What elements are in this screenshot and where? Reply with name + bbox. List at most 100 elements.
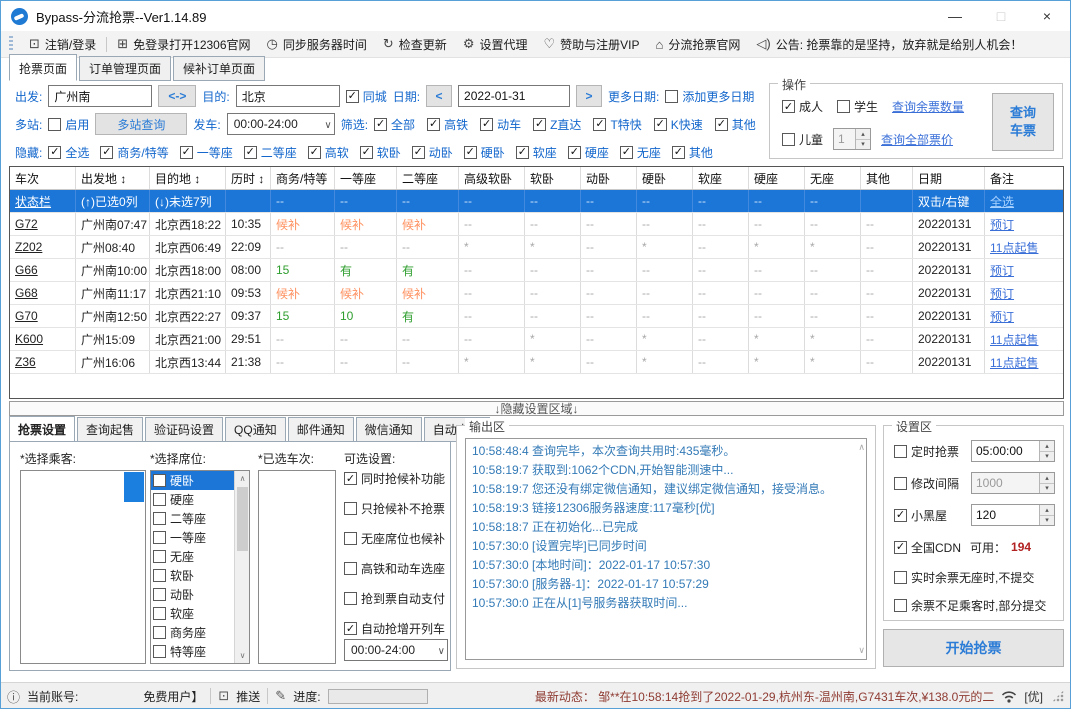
seat-option-2[interactable]: 二等座 — [151, 509, 234, 528]
grab-time-select[interactable]: 00:00-24:00 — [344, 639, 448, 661]
grab-option-3[interactable]: 高铁和动车选座 — [344, 560, 448, 577]
table-row[interactable]: G72 广州南07:47 北京西18:22 10:35 候补 候补 候补 -- -- -- -- --… — [10, 213, 1063, 236]
column-header-11[interactable]: 软座 — [693, 167, 749, 189]
train-number-link[interactable]: G72 — [10, 213, 76, 235]
start-grab-button[interactable]: 开始抢票 — [883, 629, 1064, 667]
filter-6[interactable]: 其他 — [714, 116, 756, 133]
hide-col-2[interactable]: 一等座 — [179, 144, 233, 161]
column-header-6[interactable]: 二等座 — [397, 167, 459, 189]
hidden-settings-divider[interactable]: ↓隐藏设置区域↓ — [9, 401, 1064, 416]
column-header-3[interactable]: 历时 ↕ — [226, 167, 271, 189]
column-header-16[interactable]: 备注 — [985, 167, 1063, 189]
grab-option-5[interactable]: 自动抢增开列车 — [344, 620, 448, 637]
column-header-10[interactable]: 硬卧 — [637, 167, 693, 189]
column-header-7[interactable]: 高级软卧 — [459, 167, 525, 189]
hide-col-0-box[interactable] — [48, 145, 62, 159]
seat-option-7-box[interactable] — [153, 607, 166, 620]
spin-up-icon[interactable] — [1040, 473, 1054, 484]
depart-input[interactable]: 广州南 — [48, 85, 153, 107]
tab-order-manage-page[interactable]: 订单管理页面 — [79, 56, 172, 81]
note-link[interactable]: 11点起售 — [985, 351, 1063, 373]
table-row[interactable]: Z202 广州08:40 北京西06:49 22:09 -- -- -- * * -- * -- * * -… — [10, 236, 1063, 259]
selected-train-list[interactable] — [258, 470, 336, 664]
add-more-dates-checkbox[interactable]: 添加更多日期 — [665, 88, 754, 105]
seat-option-5[interactable]: 软卧 — [151, 566, 234, 585]
seat-option-5-box[interactable] — [153, 569, 166, 582]
passenger-list[interactable] — [20, 470, 146, 664]
table-row[interactable]: K600 广州15:09 北京西21:00 29:51 -- -- -- -- * -- * -- * *… — [10, 328, 1063, 351]
grab-option-4-box[interactable] — [344, 592, 357, 605]
train-number-link[interactable]: Z36 — [10, 351, 76, 373]
tab-waitlist-order-page[interactable]: 候补订单页面 — [173, 56, 266, 81]
spin-up-icon[interactable] — [856, 129, 871, 140]
partial-submit-checkbox-box[interactable] — [894, 598, 907, 612]
hide-col-8-box[interactable] — [515, 145, 529, 159]
column-header-1[interactable]: 出发地 ↕ — [76, 167, 150, 189]
blackroom-checkbox-box[interactable] — [894, 508, 907, 522]
seat-option-6[interactable]: 动卧 — [151, 585, 234, 604]
hide-col-10[interactable]: 无座 — [619, 144, 661, 161]
seat-option-1[interactable]: 硬座 — [151, 490, 234, 509]
hide-col-11[interactable]: 其他 — [671, 144, 713, 161]
scroll-down-icon[interactable]: ∨ — [235, 648, 249, 663]
filter-0[interactable]: 全部 — [374, 116, 415, 133]
note-link[interactable]: 全选 — [985, 190, 1063, 212]
close-button[interactable]: × — [1024, 1, 1070, 31]
hide-col-7[interactable]: 硬卧 — [463, 144, 505, 161]
multi-enable-checkbox[interactable]: 启用 — [48, 116, 89, 133]
official-website[interactable]: ⌂ 分流抢票官网 — [655, 36, 740, 53]
student-checkbox-box[interactable] — [837, 100, 851, 113]
adult-checkbox-box[interactable] — [782, 100, 795, 113]
tab-grab-ticket-page[interactable]: 抢票页面 — [9, 54, 78, 81]
column-header-5[interactable]: 一等座 — [335, 167, 397, 189]
scroll-down-icon[interactable]: ∨ — [858, 645, 865, 656]
multi-enable-checkbox-box[interactable] — [48, 117, 62, 131]
child-checkbox-box[interactable] — [782, 132, 795, 146]
set-proxy[interactable]: ⚙ 设置代理 — [463, 36, 528, 53]
timed-grab-checkbox-box[interactable] — [894, 444, 907, 458]
blackroom-checkbox[interactable]: 小黑屋 — [894, 507, 947, 524]
logout-login[interactable]: ⊡ 注销/登录 — [29, 36, 96, 53]
filter-2[interactable]: 动车 — [480, 116, 521, 133]
hide-col-0[interactable]: 全选 — [48, 144, 89, 161]
seat-option-8[interactable]: 商务座 — [151, 623, 234, 642]
scroll-up-icon[interactable]: ∧ — [235, 471, 249, 486]
passenger-list-thumb[interactable] — [124, 472, 144, 502]
interval-checkbox-box[interactable] — [894, 476, 907, 490]
timed-grab-checkbox[interactable]: 定时抢票 — [894, 443, 959, 460]
table-row[interactable]: G70 广州南12:50 北京西22:27 09:37 15 10 有 -- -- -- -- -- -… — [10, 305, 1063, 328]
hide-col-7-box[interactable] — [463, 145, 477, 159]
spin-down-icon[interactable] — [1040, 451, 1054, 461]
filter-0-box[interactable] — [374, 117, 388, 131]
grab-option-3-box[interactable] — [344, 562, 357, 575]
filter-6-box[interactable] — [714, 117, 728, 131]
hide-col-6-box[interactable] — [411, 145, 425, 159]
note-link[interactable]: 预订 — [985, 282, 1063, 304]
spin-up-icon[interactable] — [1040, 441, 1054, 452]
filter-1[interactable]: 高铁 — [427, 116, 468, 133]
hide-col-5-box[interactable] — [359, 145, 373, 159]
hide-col-3[interactable]: 二等座 — [243, 144, 297, 161]
scrollbar-thumb[interactable] — [237, 487, 248, 551]
seat-option-9[interactable]: 特等座 — [151, 642, 234, 661]
swap-stations-button[interactable]: <-> — [158, 85, 197, 107]
spin-down-icon[interactable] — [856, 139, 871, 149]
spin-down-icon[interactable] — [1040, 515, 1054, 525]
hide-col-5[interactable]: 软卧 — [359, 144, 401, 161]
tab-mail-notify[interactable]: 邮件通知 — [287, 417, 354, 442]
tab-grab-settings[interactable]: 抢票设置 — [9, 416, 76, 442]
seat-option-4-box[interactable] — [153, 550, 166, 563]
hide-col-4[interactable]: 高软 — [307, 144, 349, 161]
seat-option-1-box[interactable] — [153, 493, 166, 506]
open-12306-no-login[interactable]: ⊞ 免登录打开12306官网 — [117, 36, 250, 53]
query-tickets-button[interactable]: 查询 车票 — [992, 93, 1054, 151]
note-link[interactable]: 11点起售 — [985, 328, 1063, 350]
filter-3[interactable]: Z直达 — [533, 116, 581, 133]
no-seat-no-submit-checkbox-box[interactable] — [894, 570, 907, 584]
hide-col-2-box[interactable] — [179, 145, 193, 159]
hide-col-11-box[interactable] — [671, 145, 685, 159]
announcement[interactable]: ◁) 公告: 抢票靠的是坚持，放弃就是给别人机会！ — [756, 36, 1022, 53]
no-seat-no-submit-checkbox[interactable]: 实时余票无座时,不提交 — [894, 569, 1034, 586]
hide-col-9[interactable]: 硬座 — [567, 144, 609, 161]
column-header-2[interactable]: 目的地 ↕ — [150, 167, 226, 189]
